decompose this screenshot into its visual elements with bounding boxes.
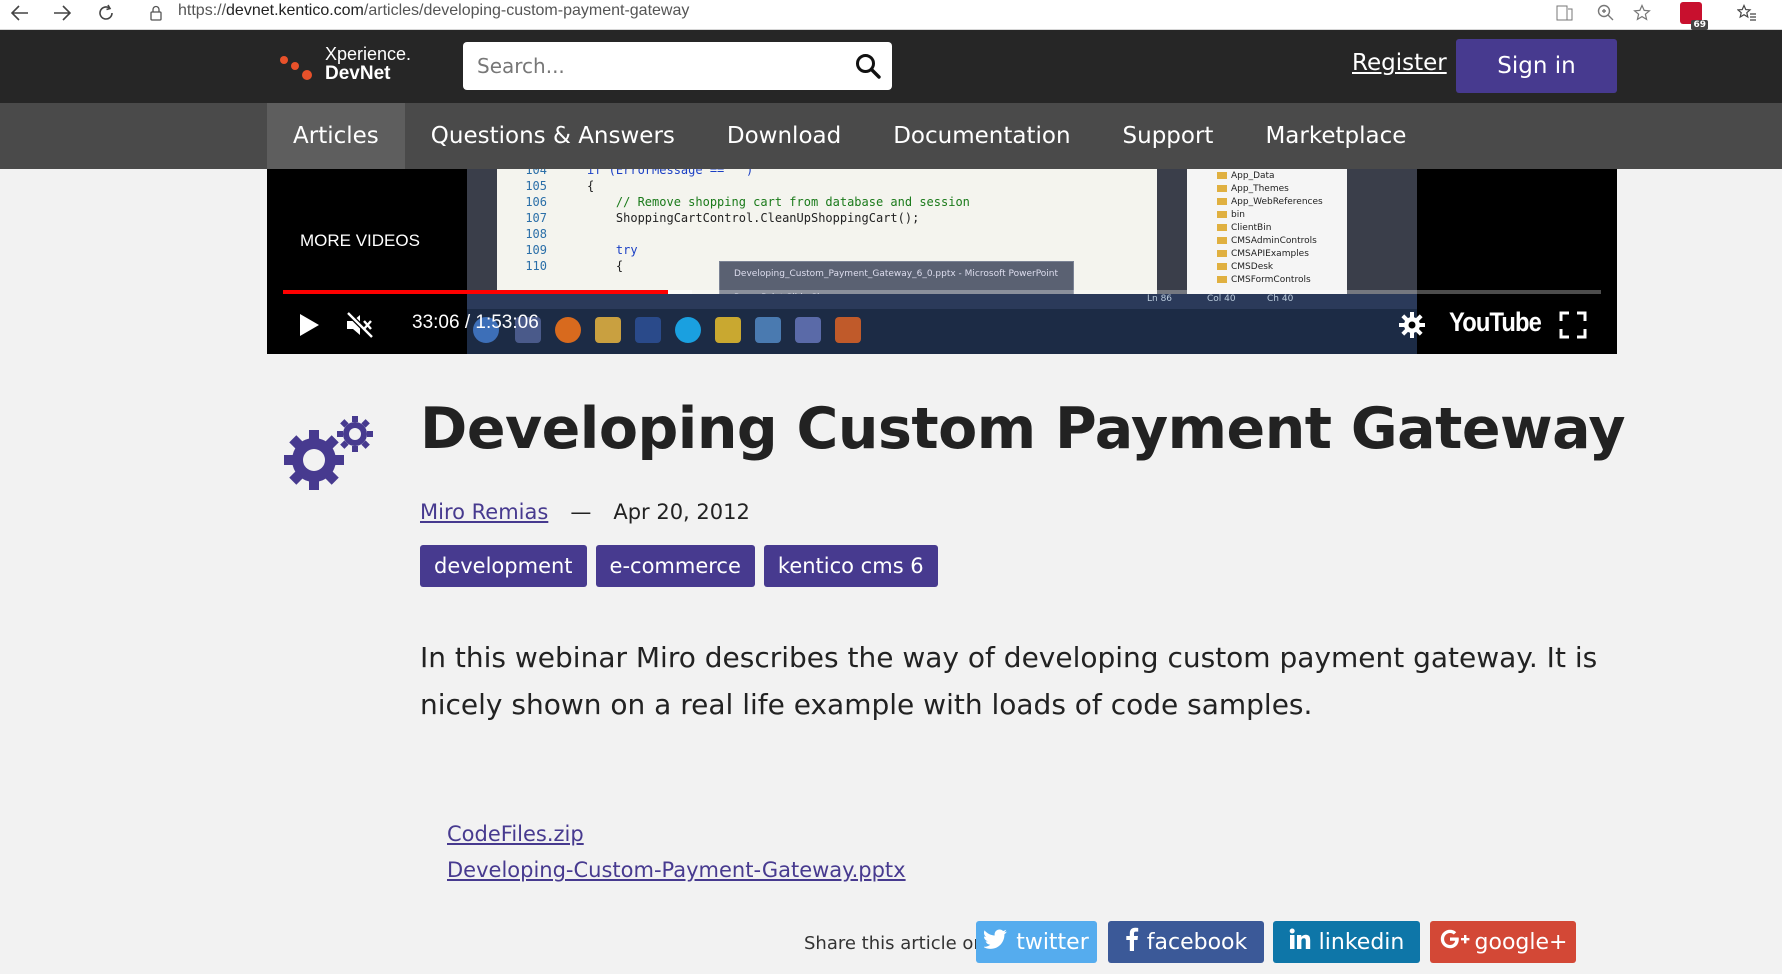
- share-twitter-label: twitter: [1016, 929, 1089, 955]
- browser-toolbar: https://devnet.kentico.com/articles/deve…: [0, 0, 1782, 30]
- code-line: 109 try: [525, 243, 638, 257]
- nav-item-questions-answers[interactable]: Questions & Answers: [405, 103, 701, 169]
- progress-played: [283, 290, 668, 294]
- share-googleplus-label: google+: [1474, 929, 1568, 955]
- gears-icon: [280, 412, 378, 494]
- nav-item-articles[interactable]: Articles: [267, 103, 405, 169]
- logo-line-2: DevNet: [325, 63, 391, 84]
- xperience-devnet-logo[interactable]: Xperience. DevNet: [278, 42, 428, 88]
- taskbar-app-icon: [755, 317, 781, 343]
- fullscreen-icon[interactable]: [1553, 305, 1593, 345]
- share-facebook-label: facebook: [1146, 929, 1248, 955]
- popup-item: Developing_Custom_Payment_Gateway_6_0.pp…: [734, 269, 1059, 279]
- logo-dots-icon: [278, 48, 318, 84]
- nav-item-download[interactable]: Download: [701, 103, 867, 169]
- back-icon[interactable]: [2, 0, 38, 26]
- video-frame: 104 if (ErrorMessage == "") 105{ 106 // R…: [467, 169, 1417, 354]
- skype-icon: [675, 317, 701, 343]
- code-line: 105{: [525, 179, 595, 193]
- share-linkedin-button[interactable]: linkedin: [1273, 921, 1420, 963]
- googleplus-icon: [1439, 928, 1473, 956]
- tree-item: bin: [1217, 210, 1245, 223]
- tag-e-commerce[interactable]: e-commerce: [595, 545, 755, 587]
- editor-status-bar: Ln 86 Col 40 Ch 40: [467, 294, 1417, 309]
- tag-kentico-cms-6[interactable]: kentico cms 6: [763, 545, 938, 587]
- tree-item: CMSAdminControls: [1217, 236, 1317, 249]
- main-navigation: Articles Questions & Answers Download Do…: [0, 103, 1782, 169]
- code-line: 108: [525, 227, 547, 241]
- article-title: Developing Custom Payment Gateway: [420, 396, 1626, 462]
- share-label: Share this article on: [804, 933, 985, 954]
- firefox-icon: [555, 317, 581, 343]
- taskbar-app-icon: [795, 317, 821, 343]
- tag-list: development e-commerce kentico cms 6: [420, 545, 938, 587]
- share-twitter-button[interactable]: twitter: [976, 921, 1097, 963]
- tree-item: App_Themes: [1217, 184, 1289, 197]
- register-link[interactable]: Register: [1352, 50, 1447, 76]
- play-icon[interactable]: [289, 305, 329, 345]
- logo-line-1: Xperience.: [325, 44, 412, 64]
- code-line: 107 ShoppingCartControl.CleanUpShoppingC…: [525, 211, 920, 225]
- facebook-icon: [1125, 927, 1139, 957]
- nav-item-support[interactable]: Support: [1097, 103, 1240, 169]
- folder-icon: [715, 317, 741, 343]
- status-line: Ln 86: [1147, 294, 1173, 304]
- attachment-link-pptx[interactable]: Developing-Custom-Payment-Gateway.pptx: [447, 858, 906, 882]
- search-icon[interactable]: [854, 52, 882, 80]
- tree-item: CMSDesk: [1217, 262, 1273, 275]
- address-bar[interactable]: https://devnet.kentico.com/articles/deve…: [178, 2, 689, 20]
- tree-item: App_Data: [1217, 171, 1275, 184]
- tag-development[interactable]: development: [420, 545, 587, 587]
- share-facebook-button[interactable]: facebook: [1108, 921, 1264, 963]
- status-char: Ch 40: [1267, 294, 1294, 304]
- attachment-link-codefiles[interactable]: CodeFiles.zip: [447, 822, 584, 846]
- sign-in-button[interactable]: Sign in: [1456, 39, 1617, 93]
- settings-gear-icon[interactable]: [1392, 305, 1432, 345]
- more-videos-label[interactable]: MORE VIDEOS: [300, 231, 420, 251]
- status-column: Col 40: [1207, 294, 1236, 304]
- favorites-icon[interactable]: [1733, 0, 1761, 26]
- lock-icon: [146, 1, 166, 25]
- powerpoint-icon: [835, 317, 861, 343]
- video-progress-bar[interactable]: [283, 290, 1601, 294]
- twitter-icon: [983, 929, 1008, 955]
- youtube-logo[interactable]: YouTube: [1449, 307, 1542, 338]
- site-header: Xperience. DevNet Register Sign in: [0, 30, 1782, 103]
- taskbar-app-icon: [595, 317, 621, 343]
- meta-separator: —: [570, 500, 592, 524]
- search-box: [463, 42, 892, 90]
- article-meta: Miro Remias — Apr 20, 2012: [420, 500, 750, 524]
- nav-item-marketplace[interactable]: Marketplace: [1239, 103, 1432, 169]
- tree-item: CMSAPIExamples: [1217, 249, 1309, 262]
- taskbar-app-icon: [635, 317, 661, 343]
- forward-icon[interactable]: [44, 0, 80, 26]
- muted-volume-icon[interactable]: [340, 305, 380, 345]
- publish-date: Apr 20, 2012: [613, 500, 750, 524]
- extension-icon[interactable]: 69: [1680, 2, 1708, 30]
- code-line: 106 // Remove shopping cart from databas…: [525, 195, 970, 209]
- author-link[interactable]: Miro Remias: [420, 500, 548, 524]
- search-input[interactable]: [477, 42, 837, 90]
- code-line: 110 {: [525, 259, 624, 273]
- reader-mode-icon[interactable]: [1551, 0, 1579, 26]
- article-lead: In this webinar Miro describes the way o…: [420, 641, 1598, 721]
- bookmark-star-icon[interactable]: [1628, 0, 1656, 26]
- share-linkedin-label: linkedin: [1318, 929, 1405, 955]
- windows-taskbar: [467, 309, 1417, 354]
- zoom-icon[interactable]: [1592, 0, 1620, 26]
- reload-icon[interactable]: [88, 0, 124, 26]
- share-googleplus-button[interactable]: google+: [1430, 921, 1576, 963]
- youtube-video-player[interactable]: 104 if (ErrorMessage == "") 105{ 106 // R…: [267, 169, 1617, 354]
- video-time-display: 33:06 / 1:53:06: [412, 312, 539, 333]
- tree-item: CMSFormControls: [1217, 275, 1311, 288]
- linkedin-icon: [1289, 928, 1311, 956]
- nav-item-documentation[interactable]: Documentation: [867, 103, 1096, 169]
- solution-explorer-pane: App_Data App_Themes App_WebReferences bi…: [1187, 169, 1347, 294]
- tree-item: ClientBin: [1217, 223, 1271, 236]
- tree-item: App_WebReferences: [1217, 197, 1323, 210]
